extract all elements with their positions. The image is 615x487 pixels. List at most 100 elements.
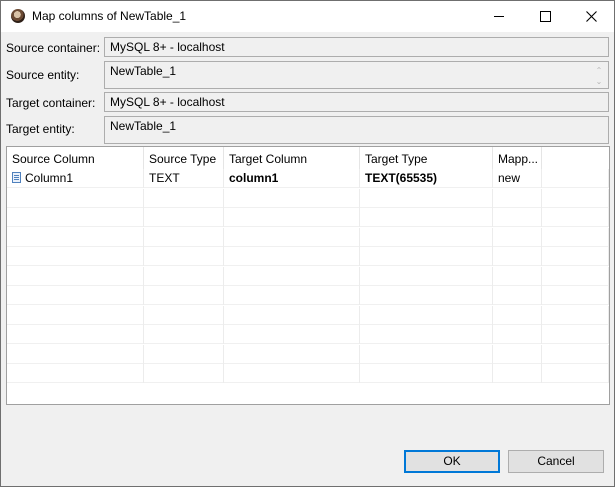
cell-mapping[interactable] [493,208,542,227]
cell-mapping[interactable] [493,266,542,286]
table-row[interactable] [7,188,609,208]
header-target-column[interactable]: Target Column [224,147,360,169]
cell-source-type[interactable] [144,247,224,266]
cell-source-type-text: TEXT [149,171,180,185]
cell-filler[interactable] [542,247,609,266]
cell-mapping[interactable] [493,305,542,325]
cell-target-type[interactable] [360,364,493,383]
cell-target-type[interactable] [360,247,493,266]
cell-source-column[interactable]: Column1 [7,169,144,188]
table-row[interactable] [7,247,609,266]
source-container-field[interactable]: MySQL 8+ - localhost [104,37,609,57]
table-row[interactable] [7,325,609,344]
cell-filler[interactable] [542,169,609,188]
cell-source-column[interactable] [7,325,144,344]
cell-target-type[interactable] [360,188,493,208]
cell-source-type[interactable] [144,286,224,305]
cell-filler[interactable] [542,208,609,227]
scroll-up-icon[interactable]: ⌃ [594,65,604,76]
cell-filler[interactable] [542,325,609,344]
cell-source-type[interactable] [144,188,224,208]
cell-source-column[interactable] [7,188,144,208]
cell-source-type[interactable] [144,266,224,286]
cell-source-column[interactable] [7,286,144,305]
cell-source-column[interactable] [7,247,144,266]
cell-target-column[interactable] [224,208,360,227]
header-source-column[interactable]: Source Column [7,147,144,169]
table-row[interactable] [7,266,609,286]
cell-target-type[interactable] [360,227,493,247]
cell-target-type[interactable] [360,344,493,364]
cell-source-column[interactable] [7,305,144,325]
cell-target-column[interactable] [224,364,360,383]
cell-target-column[interactable] [224,286,360,305]
cell-filler[interactable] [542,188,609,208]
cell-source-type[interactable] [144,227,224,247]
cell-mapping[interactable] [493,325,542,344]
cell-target-column[interactable] [224,247,360,266]
scroll-arrows[interactable]: ⌃ ⌄ [594,65,604,87]
cell-target-type[interactable] [360,286,493,305]
cell-source-column[interactable] [7,266,144,286]
cell-filler[interactable] [542,227,609,247]
cell-source-type[interactable] [144,325,224,344]
table-row[interactable] [7,286,609,305]
source-entity-value: NewTable_1 [110,64,177,78]
cell-target-column[interactable]: column1 [224,169,360,188]
minimize-button[interactable] [476,1,522,32]
cell-target-column[interactable] [224,266,360,286]
cell-target-column[interactable] [224,227,360,247]
maximize-button[interactable] [522,1,568,32]
table-row[interactable] [7,344,609,364]
table-row[interactable] [7,364,609,383]
target-container-field[interactable]: MySQL 8+ - localhost [104,92,609,112]
scroll-down-icon[interactable]: ⌄ [594,76,604,87]
cell-target-type[interactable]: TEXT(65535) [360,169,493,188]
cancel-button[interactable]: Cancel [508,450,604,473]
cell-source-column[interactable] [7,344,144,364]
cell-source-type[interactable] [144,208,224,227]
cell-mapping[interactable] [493,344,542,364]
cell-mapping[interactable]: new [493,169,542,188]
cell-filler[interactable] [542,364,609,383]
cell-target-type[interactable] [360,208,493,227]
header-target-type[interactable]: Target Type [360,147,493,169]
target-container-label: Target container: [6,96,96,110]
cell-source-column[interactable] [7,227,144,247]
cell-source-type[interactable]: TEXT [144,169,224,188]
cell-target-column[interactable] [224,305,360,325]
cell-source-type[interactable] [144,364,224,383]
cell-target-column[interactable] [224,325,360,344]
target-entity-field[interactable]: NewTable_1 [104,116,609,144]
cell-mapping[interactable] [493,188,542,208]
cell-filler[interactable] [542,286,609,305]
source-entity-label: Source entity: [6,68,80,82]
ok-button[interactable]: OK [404,450,500,473]
cell-source-column[interactable] [7,208,144,227]
cell-mapping[interactable] [493,364,542,383]
cell-mapping[interactable] [493,286,542,305]
cell-target-column[interactable] [224,344,360,364]
table-row[interactable] [7,227,609,247]
column-mapping-table[interactable]: Source Column Source Type Target Column … [6,146,610,405]
cell-target-type[interactable] [360,266,493,286]
cell-filler[interactable] [542,344,609,364]
cell-mapping[interactable] [493,227,542,247]
cell-filler[interactable] [542,305,609,325]
cell-source-type[interactable] [144,344,224,364]
source-entity-field[interactable]: NewTable_1 ⌃ ⌄ [104,61,609,89]
cell-mapping[interactable] [493,247,542,266]
header-source-type[interactable]: Source Type [144,147,224,169]
table-row[interactable] [7,208,609,227]
cell-target-type[interactable] [360,325,493,344]
table-row[interactable]: Column1 TEXT column1 TEXT(65535) new [7,169,609,188]
table-row[interactable] [7,305,609,325]
cell-filler[interactable] [542,266,609,286]
close-button[interactable] [568,1,614,32]
header-mapping[interactable]: Mapp... [493,147,542,169]
cell-target-type[interactable] [360,305,493,325]
cell-source-type[interactable] [144,305,224,325]
cell-source-column[interactable] [7,364,144,383]
title-bar[interactable]: Map columns of NewTable_1 [1,1,614,32]
cell-target-column[interactable] [224,188,360,208]
